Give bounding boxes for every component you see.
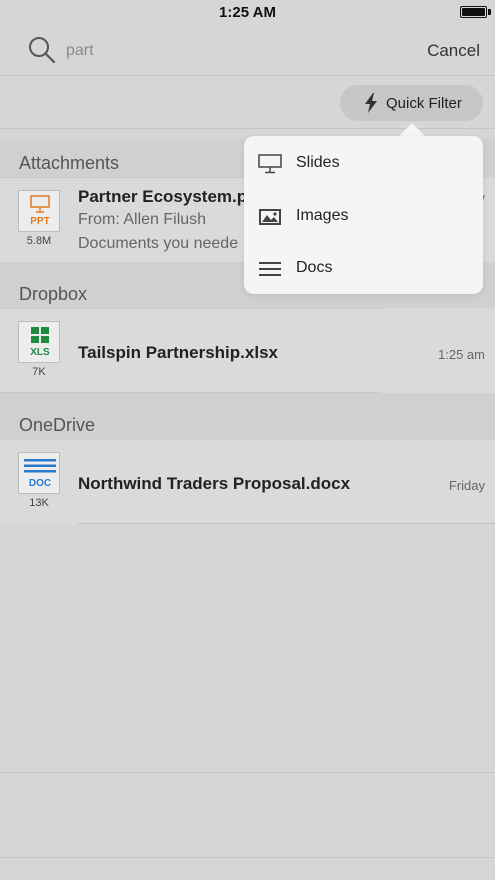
menu-item-docs[interactable]: Docs	[244, 243, 483, 295]
xls-file-icon: XLS	[18, 321, 60, 363]
file-type-label: XLS	[30, 347, 50, 358]
status-time: 1:25 AM	[219, 4, 276, 21]
menu-item-label: Docs	[296, 259, 333, 276]
file-time: Friday	[448, 478, 485, 493]
presentation-icon	[30, 195, 50, 213]
file-type-label: DOC	[28, 478, 52, 489]
docs-icon	[259, 262, 281, 276]
file-name: Tailspin Partnership.xlsx	[78, 343, 278, 362]
spreadsheet-icon	[31, 327, 49, 343]
quick-filter-label: Quick Filter	[386, 94, 462, 112]
status-bar: 1:25 AM	[0, 0, 495, 26]
quick-filter-menu: Slides Images Docs	[244, 136, 483, 294]
section-divider	[0, 392, 382, 393]
file-time: 1:25 am	[438, 347, 485, 362]
section-header-onedrive: OneDrive	[0, 393, 495, 440]
menu-item-slides[interactable]: Slides	[244, 138, 483, 190]
quick-filter-button[interactable]: Quick Filter	[340, 85, 483, 121]
dropdown-caret	[398, 123, 426, 137]
file-row-dropbox[interactable]: XLS 7K Tailspin Partnership.xlsx 1:25 am	[0, 309, 495, 393]
menu-item-label: Images	[296, 207, 349, 224]
footer-divider	[0, 772, 495, 773]
file-size: 7K	[32, 366, 46, 378]
document-lines-icon	[24, 459, 56, 473]
file-row-onedrive[interactable]: DOC 13K Northwind Traders Proposal.docx …	[0, 440, 495, 524]
images-icon	[259, 209, 281, 225]
file-type-label: PPT	[30, 216, 50, 227]
file-preview: Documents you neede	[78, 235, 239, 252]
battery-tip	[488, 9, 491, 15]
file-size: 13K	[29, 497, 49, 509]
filter-row: Quick Filter	[0, 77, 495, 129]
footer-divider	[0, 857, 495, 858]
menu-item-images[interactable]: Images	[244, 191, 483, 243]
doc-file-icon: DOC	[18, 452, 60, 494]
file-from: From: Allen Filush	[78, 211, 207, 228]
search-input[interactable]	[66, 40, 366, 62]
file-name: Partner Ecosystem.pp	[78, 187, 258, 206]
lightning-bolt-icon	[365, 93, 377, 113]
file-size: 5.8M	[26, 235, 52, 247]
search-bar: Cancel	[0, 26, 495, 76]
cancel-button[interactable]: Cancel	[427, 41, 480, 61]
slides-icon	[258, 154, 282, 174]
search-icon[interactable]	[28, 36, 56, 64]
battery-icon	[460, 6, 487, 18]
menu-item-label: Slides	[296, 154, 340, 171]
file-name: Northwind Traders Proposal.docx	[78, 474, 351, 493]
ppt-file-icon: PPT	[18, 190, 60, 232]
